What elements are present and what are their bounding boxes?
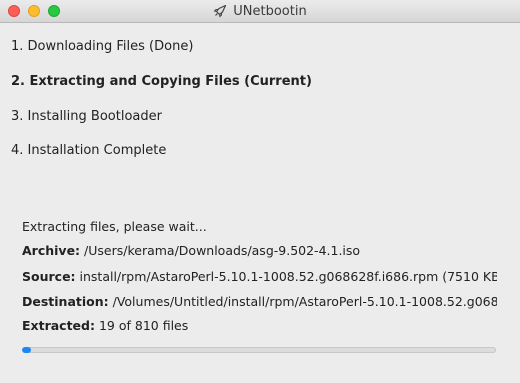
step-installation-complete: 4. Installation Complete: [11, 143, 167, 158]
source-label: Source:: [22, 269, 76, 284]
extracted-label: Extracted:: [22, 318, 95, 333]
window-title-group: UNetbootin: [0, 0, 520, 22]
main-content: 1. Downloading Files (Done) 2. Extractin…: [0, 23, 520, 383]
step-extracting: 2. Extracting and Copying Files (Current…: [11, 74, 312, 89]
extracted-value: 19 of 810 files: [95, 318, 189, 333]
destination-label: Destination:: [22, 294, 109, 309]
source-value: install/rpm/AstaroPerl-5.10.1-1008.52.g0…: [75, 269, 497, 284]
window-title: UNetbootin: [233, 3, 307, 19]
destination-row: Destination: /Volumes/Untitled/install/r…: [22, 294, 497, 309]
title-bar[interactable]: UNetbootin: [0, 0, 520, 23]
archive-value: /Users/kerama/Downloads/asg-9.502-4.1.is…: [80, 243, 361, 258]
destination-value: /Volumes/Untitled/install/rpm/AstaroPerl…: [112, 294, 497, 309]
step-downloading: 1. Downloading Files (Done): [11, 39, 194, 54]
step-installing-bootloader: 3. Installing Bootloader: [11, 109, 162, 124]
status-message: Extracting files, please wait...: [22, 219, 207, 234]
source-row: Source: install/rpm/AstaroPerl-5.10.1-10…: [22, 269, 497, 284]
extraction-progress-bar: [22, 347, 496, 353]
archive-row: Archive: /Users/kerama/Downloads/asg-9.5…: [22, 243, 497, 258]
archive-label: Archive:: [22, 243, 81, 258]
progress-fill: [22, 347, 32, 353]
rocket-icon: [213, 4, 227, 18]
installer-window: UNetbootin 1. Downloading Files (Done) 2…: [0, 0, 520, 383]
extracted-row: Extracted: 19 of 810 files: [22, 318, 497, 333]
